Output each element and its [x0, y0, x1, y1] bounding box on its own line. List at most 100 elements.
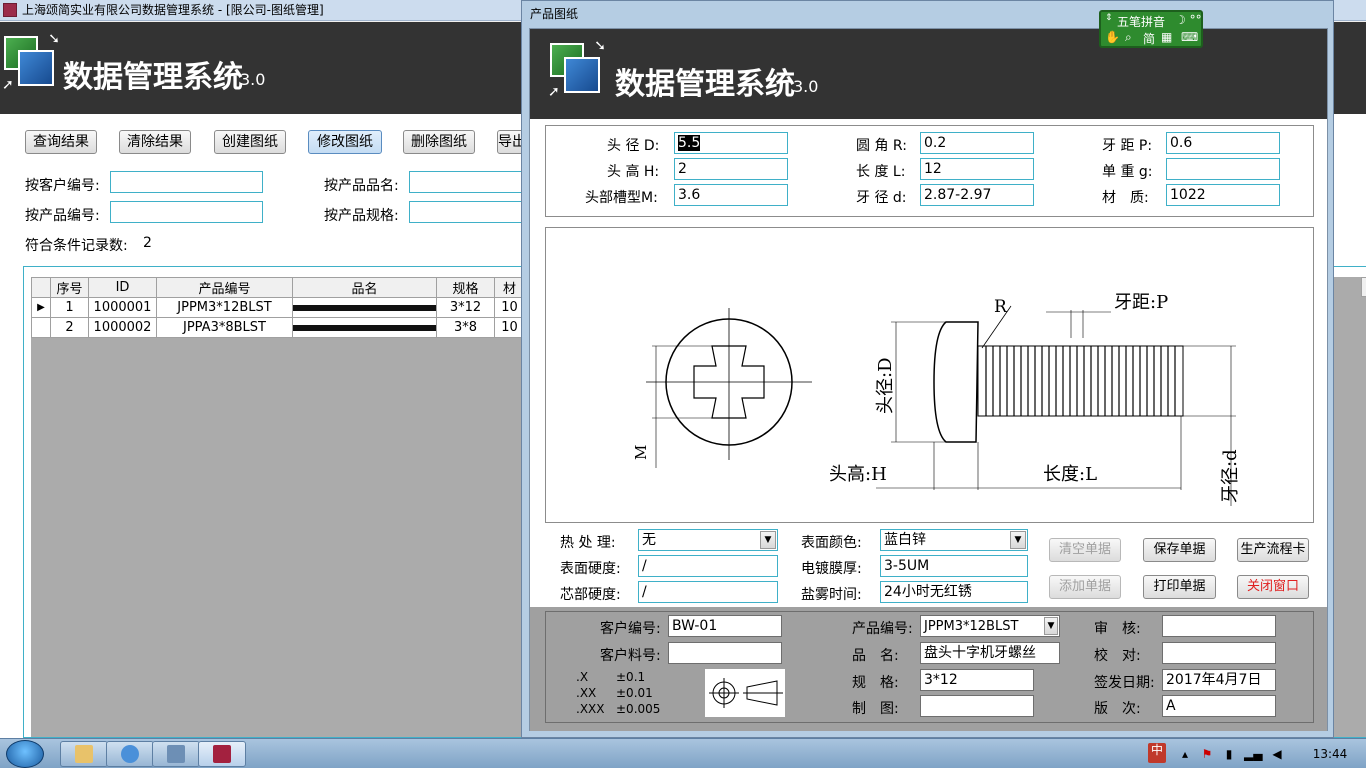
surface-hardness-input[interactable]: /: [638, 555, 778, 577]
column-header[interactable]: 材: [494, 277, 525, 298]
chevron-down-icon[interactable]: ▼: [760, 531, 776, 549]
head-height-input[interactable]: 2: [674, 158, 788, 180]
fillet-radius-input[interactable]: 0.2: [920, 132, 1034, 154]
slot-type-input[interactable]: 3.6: [674, 184, 788, 206]
core-hardness-input[interactable]: /: [638, 581, 778, 603]
fillet-radius-label: 圆 角 R:: [856, 138, 907, 154]
footer-revision-input[interactable]: A: [1162, 695, 1276, 717]
label-length: 长度:L: [1043, 464, 1097, 485]
create-drawing-button[interactable]: 创建图纸: [214, 130, 286, 154]
clear-results-button[interactable]: 清除结果: [119, 130, 191, 154]
action-center-icon[interactable]: ⚑: [1200, 747, 1214, 761]
cell-seq: 1: [50, 297, 89, 318]
slot-type-label: 头部槽型M:: [585, 190, 658, 206]
salt-spray-input[interactable]: 24小时无红锈: [880, 581, 1028, 603]
title-block: 客户编号: BW-01 客户料号: .X ±0.1 .XX ±0.01 .XXX…: [545, 611, 1314, 723]
length-input[interactable]: 12: [920, 158, 1034, 180]
footer-name-input[interactable]: 盘头十字机牙螺丝: [920, 642, 1060, 664]
save-form-button[interactable]: 保存单据: [1143, 538, 1216, 562]
table-row[interactable]: 2 1000002 JPPA3*8BLST 3*8 10: [31, 317, 525, 338]
pitch-input[interactable]: 0.6: [1166, 132, 1280, 154]
delete-drawing-button[interactable]: 删除图纸: [403, 130, 475, 154]
customer-no-filter-input[interactable]: [110, 171, 263, 193]
ime-simplified-label[interactable]: 简: [1143, 30, 1155, 47]
column-header[interactable]: 产品编号: [156, 277, 293, 298]
tolerance-key: .XX: [576, 686, 597, 700]
ime-toolbar[interactable]: ⇕ 五笔拼音 ☽ °° ✋ ⌕ 简 ▦ ⌨: [1099, 10, 1203, 48]
tolerance-key: .X: [576, 670, 589, 684]
chevron-down-icon[interactable]: ▼: [1010, 531, 1026, 549]
material-label: 材 质:: [1102, 190, 1149, 206]
folder-icon: [75, 745, 93, 763]
cell-product-no: JPPA3*8BLST: [156, 317, 293, 338]
surface-color-select[interactable]: 蓝白锌 ▼: [880, 529, 1028, 551]
taskbar-media-button[interactable]: [152, 741, 200, 767]
close-window-button[interactable]: 关闭窗口: [1237, 575, 1309, 599]
volume-icon[interactable]: ◀: [1270, 747, 1284, 761]
taskbar-ie-button[interactable]: [106, 741, 154, 767]
ime-keyboard-icon[interactable]: ⌨: [1181, 30, 1198, 44]
product-name-filter-input[interactable]: [409, 171, 529, 193]
pitch-label: 牙 距 P:: [1102, 138, 1153, 154]
cell-seq: 2: [50, 317, 89, 338]
network-icon[interactable]: ▂▄: [1244, 747, 1262, 761]
row-selector[interactable]: [31, 317, 51, 338]
show-hidden-icons-icon[interactable]: ▴: [1178, 747, 1192, 761]
add-form-button[interactable]: 添加单据: [1049, 575, 1121, 599]
unit-weight-input[interactable]: [1166, 158, 1280, 180]
print-form-button[interactable]: 打印单据: [1143, 575, 1216, 599]
product-spec-filter-input[interactable]: [409, 201, 529, 223]
access-app-icon: [213, 745, 231, 763]
row-selector-current[interactable]: ▶: [31, 297, 51, 318]
footer-issue-date-input[interactable]: 2017年4月7日: [1162, 669, 1276, 691]
clear-form-button[interactable]: 清空单据: [1049, 538, 1121, 562]
footer-audit-input[interactable]: [1162, 615, 1276, 637]
ime-tray-icon[interactable]: 中: [1148, 743, 1166, 763]
chevron-down-icon[interactable]: ▼: [1044, 617, 1058, 635]
cell-name-redacted: [292, 317, 437, 338]
popup-titlebar[interactable]: 产品图纸: [522, 1, 1333, 27]
process-card-button[interactable]: 生产流程卡: [1237, 538, 1309, 562]
tolerance-value: ±0.1: [616, 670, 646, 684]
head-height-label: 头 高 H:: [607, 164, 660, 180]
column-header[interactable]: 序号: [50, 277, 89, 298]
ime-collapse-icon[interactable]: ⇕: [1105, 13, 1113, 23]
footer-drawn-input[interactable]: [920, 695, 1034, 717]
material-input[interactable]: 1022: [1166, 184, 1280, 206]
ime-hand-icon[interactable]: ✋: [1105, 30, 1120, 44]
column-header[interactable]: 规格: [436, 277, 495, 298]
cell-spec: 3*12: [436, 297, 495, 318]
modify-drawing-button[interactable]: 修改图纸: [308, 130, 382, 154]
product-no-filter-input[interactable]: [110, 201, 263, 223]
product-drawing-window: 产品图纸 ➘ ➚ 数据管理系统 3.0 头 径 D: 5.5 头 高 H: 2 头…: [521, 0, 1334, 738]
column-header[interactable]: 品名: [292, 277, 437, 298]
footer-customer-part-input[interactable]: [668, 642, 782, 664]
ime-moon-icon[interactable]: ☽ °°: [1175, 13, 1202, 27]
table-row[interactable]: ▶ 1 1000001 JPPM3*12BLST 3*12 10: [31, 297, 525, 318]
footer-spec-input[interactable]: 3*12: [920, 669, 1034, 691]
taskbar-access-button[interactable]: [198, 741, 246, 767]
start-button-icon[interactable]: [6, 740, 44, 768]
thread-diameter-input[interactable]: 2.87-2.97: [920, 184, 1034, 206]
ime-mode-label[interactable]: 五笔拼音: [1117, 13, 1165, 30]
popup-window-title: 产品图纸: [530, 7, 579, 21]
query-button[interactable]: 查询结果: [25, 130, 97, 154]
ime-search-icon[interactable]: ⌕: [1125, 30, 1132, 45]
footer-spec-label: 规 格:: [852, 675, 899, 691]
head-diameter-input[interactable]: 5.5: [674, 132, 788, 154]
head-diameter-label: 头 径 D:: [607, 138, 660, 154]
browser-icon: [121, 745, 139, 763]
footer-product-no-select[interactable]: JPPM3*12BLST ▼: [920, 615, 1060, 637]
surface-hardness-label: 表面硬度:: [560, 561, 621, 577]
taskbar-explorer-button[interactable]: [60, 741, 108, 767]
footer-name-label: 品 名:: [852, 648, 899, 664]
battery-icon[interactable]: ▮: [1222, 747, 1236, 761]
heat-treatment-select[interactable]: 无 ▼: [638, 529, 778, 551]
plating-thickness-input[interactable]: 3-5UM: [880, 555, 1028, 577]
ime-grid-icon[interactable]: ▦: [1161, 30, 1172, 44]
label-head-height: 头高:H: [829, 464, 887, 485]
taskbar-clock[interactable]: 13:44: [1300, 739, 1360, 768]
column-header[interactable]: ID: [88, 277, 157, 298]
footer-customer-no-input[interactable]: BW-01: [668, 615, 782, 637]
footer-check-input[interactable]: [1162, 642, 1276, 664]
